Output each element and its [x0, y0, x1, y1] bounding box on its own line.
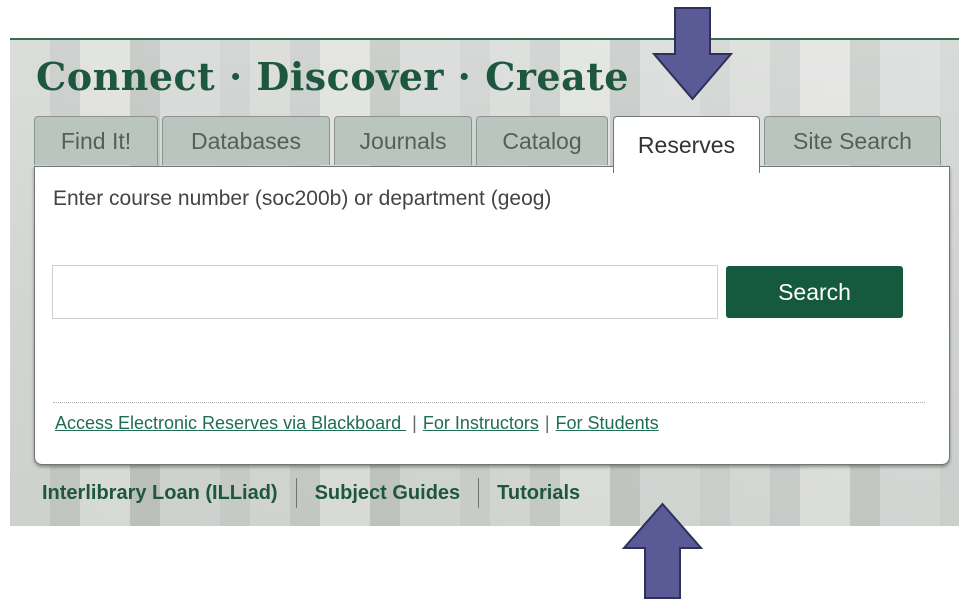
- search-button[interactable]: Search: [726, 266, 903, 318]
- blackboard-reserves-link[interactable]: Access Electronic Reserves via Blackboar…: [55, 413, 406, 433]
- tab-journals[interactable]: Journals: [334, 116, 472, 165]
- nav-divider: [295, 478, 297, 508]
- arrow-up-icon: [622, 502, 704, 599]
- for-instructors-link[interactable]: For Instructors: [423, 413, 539, 433]
- link-separator: |: [412, 413, 417, 433]
- reserves-panel: Enter course number (soc200b) or departm…: [34, 166, 950, 465]
- bottom-nav: Interlibrary Loan (ILLiad) Subject Guide…: [42, 478, 580, 508]
- tab-site-search[interactable]: Site Search: [764, 116, 941, 165]
- tab-catalog[interactable]: Catalog: [476, 116, 608, 165]
- divider: [53, 402, 925, 403]
- tab-databases[interactable]: Databases: [162, 116, 330, 165]
- arrow-down-icon: [652, 7, 734, 101]
- page-title: Connect · Discover · Create: [36, 54, 629, 99]
- nav-divider: [478, 478, 480, 508]
- search-prompt: Enter course number (soc200b) or departm…: [53, 187, 552, 210]
- reserves-links: Access Electronic Reserves via Blackboar…: [55, 413, 659, 434]
- search-input[interactable]: [52, 265, 718, 319]
- interlibrary-loan-link[interactable]: Interlibrary Loan (ILLiad): [42, 482, 278, 505]
- tutorials-link[interactable]: Tutorials: [497, 482, 580, 505]
- tab-reserves[interactable]: Reserves: [613, 116, 760, 173]
- link-separator: |: [544, 413, 550, 433]
- subject-guides-link[interactable]: Subject Guides: [315, 482, 461, 505]
- tab-find-it[interactable]: Find It!: [34, 116, 158, 165]
- for-students-link[interactable]: For Students: [556, 413, 659, 433]
